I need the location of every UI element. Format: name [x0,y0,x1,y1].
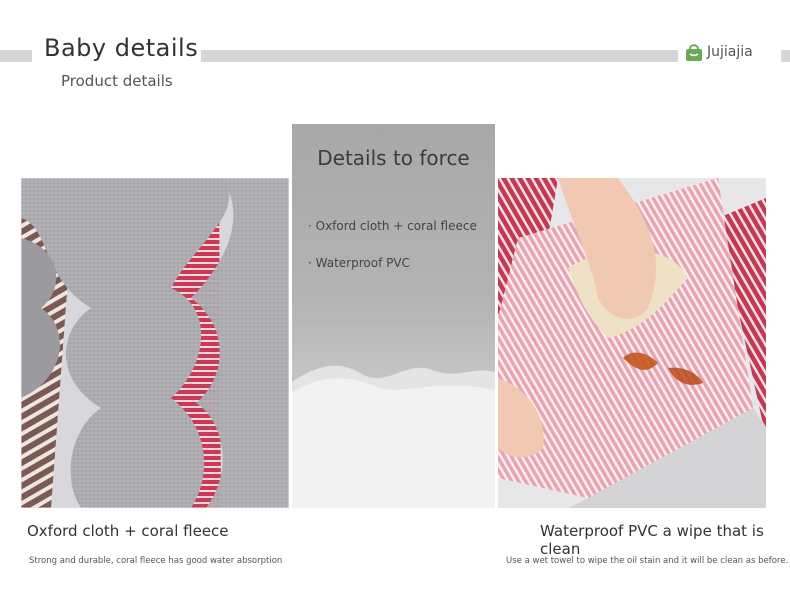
wipe-photo [498,178,766,508]
panel-title: Details to force [317,146,470,170]
details-panel: Details to force · Oxford cloth + coral … [292,124,495,508]
brand-logo: Jujiajia [684,42,753,62]
header-bar-middle [201,50,678,62]
shopping-bag-icon [686,44,702,61]
fleece-photo [21,178,289,508]
header-bar-left [0,50,32,62]
right-caption: Waterproof PVC a wipe that is clean [540,522,764,558]
page-title: Baby details [44,34,199,62]
left-description: Strong and durable, coral fleece has goo… [29,556,283,566]
panel-item: · Waterproof PVC [308,256,410,270]
page-subtitle: Product details [61,72,173,90]
wave-decoration [292,365,495,508]
header-bar-right [781,50,790,62]
panel-item: · Oxford cloth + coral fleece [308,219,477,233]
brand-name: Jujiajia [707,44,753,60]
left-caption: Oxford cloth + coral fleece [27,522,229,540]
right-description: Use a wet towel to wipe the oil stain an… [506,556,789,566]
